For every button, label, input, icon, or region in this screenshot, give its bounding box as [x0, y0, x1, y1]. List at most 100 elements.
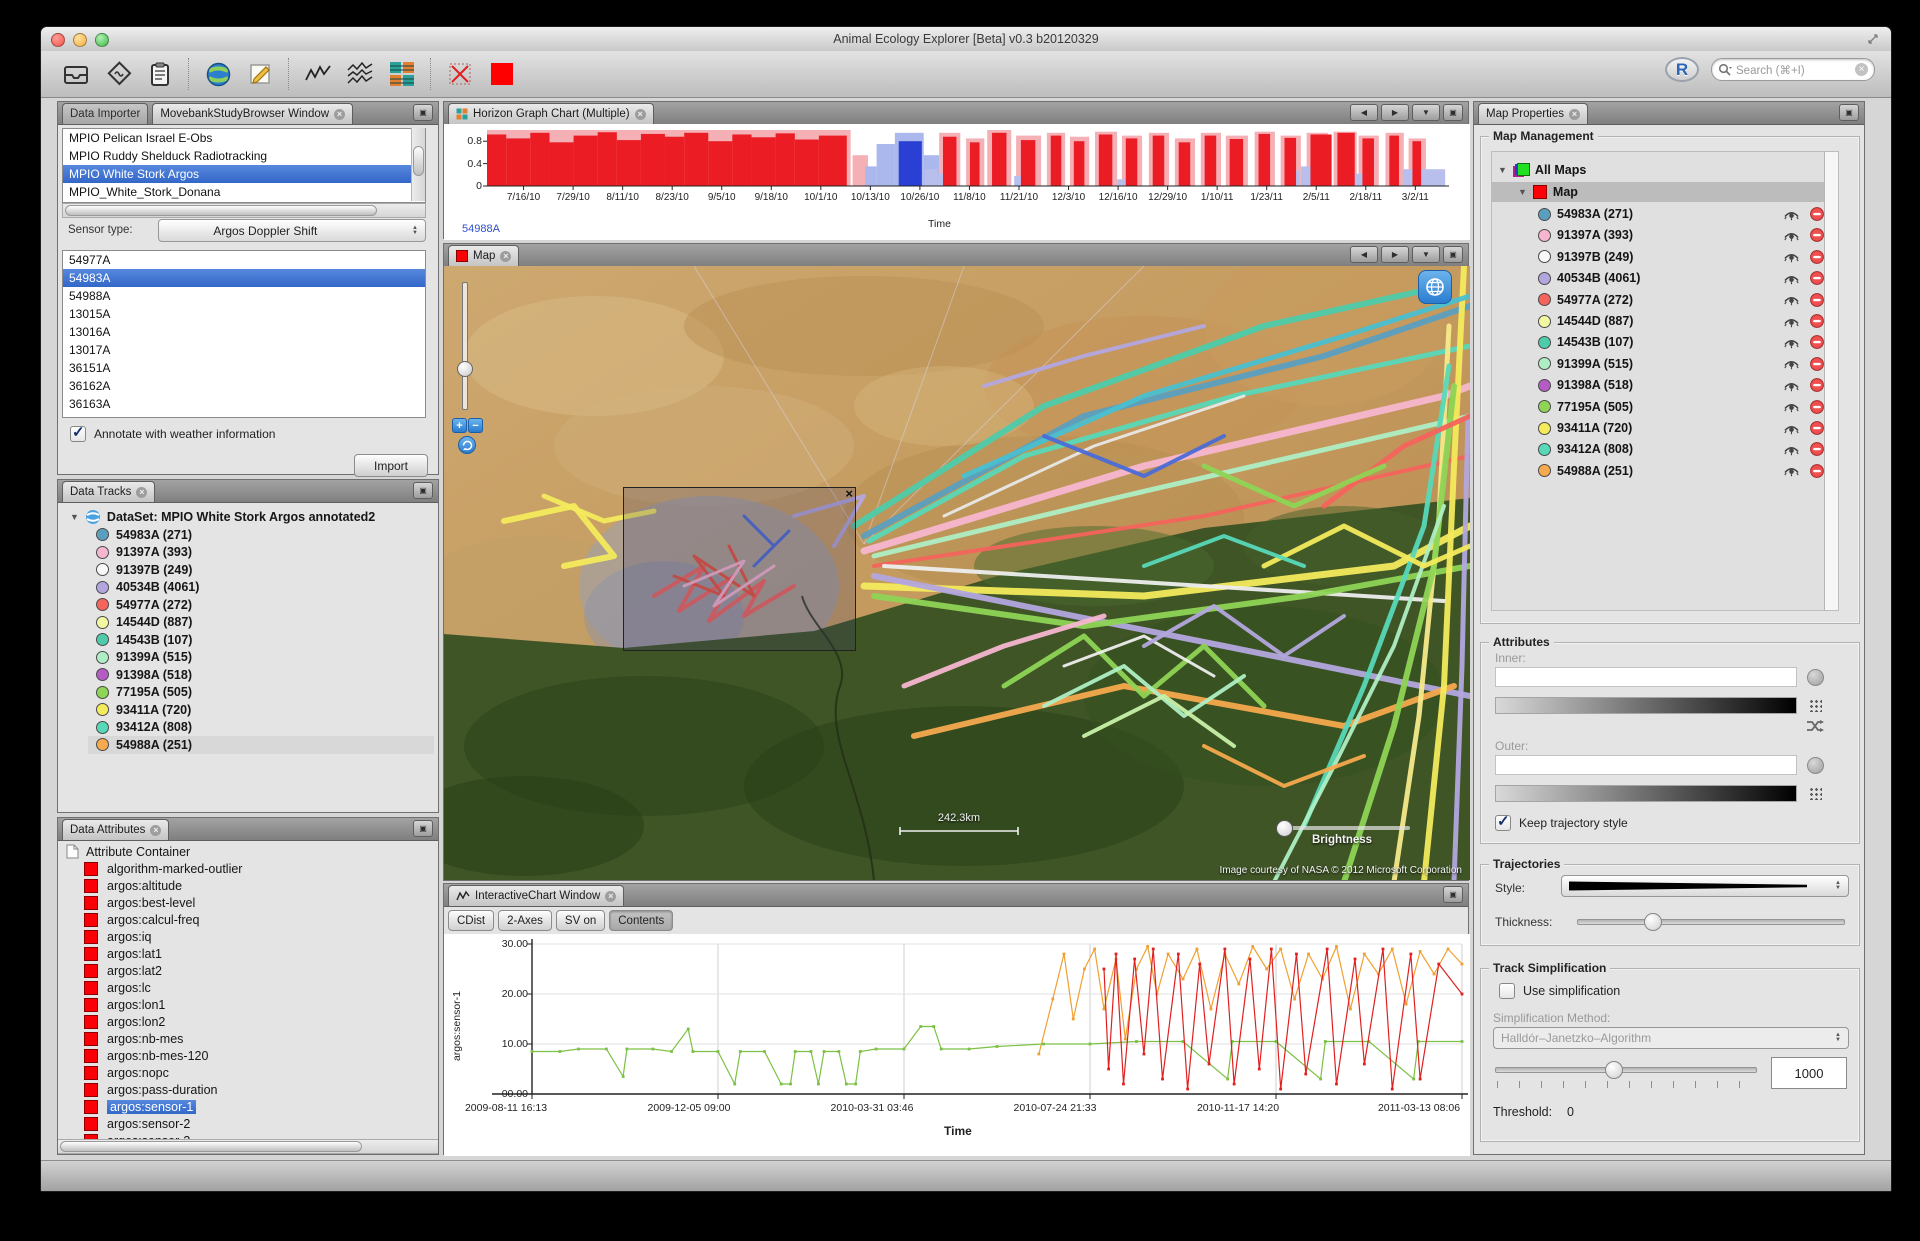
- visibility-eye-icon[interactable]: [1783, 293, 1800, 306]
- visibility-eye-icon[interactable]: [1783, 229, 1800, 242]
- track-item[interactable]: 14544D (887): [88, 614, 434, 632]
- inner-remove-button[interactable]: [1807, 669, 1824, 686]
- attribute-item[interactable]: argos:sensor-2: [58, 1115, 438, 1132]
- nav-forward-button[interactable]: ▶: [1381, 104, 1409, 121]
- simplification-knob[interactable]: [1605, 1061, 1623, 1079]
- track-item[interactable]: 91397A (393): [88, 544, 434, 562]
- track-item[interactable]: 91398A (518): [88, 666, 434, 684]
- remove-layer-icon[interactable]: [1810, 421, 1824, 435]
- panel-collapse-button[interactable]: ▣: [413, 820, 433, 837]
- panel-collapse-button[interactable]: ▣: [1839, 104, 1859, 121]
- visibility-eye-icon[interactable]: [1783, 379, 1800, 392]
- panel-collapse-button[interactable]: ▣: [413, 482, 433, 499]
- tab-interactive-chart[interactable]: InteractiveChart Window×: [448, 885, 624, 906]
- map-reset-button[interactable]: [458, 436, 476, 454]
- search-clear-icon[interactable]: ×: [1855, 63, 1868, 76]
- track-item[interactable]: 54983A (271): [88, 526, 434, 544]
- attribute-item[interactable]: argos:nopc: [58, 1064, 438, 1081]
- outer-gradient-bar[interactable]: [1495, 785, 1797, 802]
- ichart-plot-area[interactable]: 30.0020.0010.0000.00 2009-08-11 16:13200…: [444, 934, 1470, 1156]
- map-selection-box[interactable]: ×: [623, 487, 856, 651]
- close-icon[interactable]: ×: [150, 825, 161, 836]
- nav-back-button[interactable]: ◀: [1350, 246, 1378, 263]
- import-button[interactable]: Import: [354, 454, 428, 477]
- nav-back-button[interactable]: ◀: [1350, 104, 1378, 121]
- chart-button-2-axes[interactable]: 2-Axes: [498, 910, 552, 931]
- maximize-panel-button[interactable]: ▣: [1443, 104, 1463, 121]
- import-tray-icon[interactable]: [58, 57, 94, 91]
- attribute-item[interactable]: argos:lc: [58, 979, 438, 996]
- sensor-diamond-icon[interactable]: [100, 57, 136, 91]
- tab-map-properties[interactable]: Map Properties×: [1478, 103, 1588, 124]
- track-item[interactable]: 91399A (515): [88, 649, 434, 667]
- map-tree-vscrollbar[interactable]: [1824, 152, 1838, 610]
- color-grid-icon[interactable]: [384, 57, 420, 91]
- tab-data-tracks[interactable]: Data Tracks×: [62, 481, 155, 502]
- close-icon[interactable]: ×: [605, 891, 616, 902]
- simplification-slider[interactable]: [1495, 1067, 1757, 1073]
- map-zoom-out-button[interactable]: −: [468, 418, 483, 433]
- horizon-plot-area[interactable]: 0.80.40 7/16/107/29/108/11/108/23/109/5/…: [444, 124, 1470, 240]
- map-globe-button[interactable]: [1418, 270, 1452, 304]
- attribute-container-row[interactable]: Attribute Container: [58, 843, 190, 860]
- track-item[interactable]: 14543B (107): [88, 631, 434, 649]
- map-track-row[interactable]: 91397B (249): [1538, 247, 1830, 267]
- chart-button-contents[interactable]: Contents: [609, 910, 673, 931]
- visibility-eye-icon[interactable]: [1783, 208, 1800, 221]
- color-swatch-icon[interactable]: [484, 57, 520, 91]
- sensor-list-item[interactable]: 13016A: [63, 323, 425, 341]
- remove-layer-icon[interactable]: [1810, 357, 1824, 371]
- remove-layer-icon[interactable]: [1810, 293, 1824, 307]
- sensor-list-item[interactable]: 54983A: [63, 269, 425, 287]
- study-list-item[interactable]: MPIO Ruddy Shelduck Radiotracking: [63, 147, 425, 165]
- sensor-type-dropdown[interactable]: Argos Doppler Shift ▲▼: [158, 219, 426, 242]
- map-track-row[interactable]: 14544D (887): [1538, 311, 1830, 331]
- title-bar[interactable]: Animal Ecology Explorer [Beta] v0.3 b201…: [41, 27, 1891, 52]
- sensor-list-item[interactable]: 13015A: [63, 305, 425, 323]
- disclosure-triangle-icon[interactable]: ▼: [1518, 187, 1527, 197]
- visibility-eye-icon[interactable]: [1783, 336, 1800, 349]
- line-chart-icon[interactable]: [300, 57, 336, 91]
- palette-grid-icon[interactable]: [1808, 786, 1822, 800]
- chart-button-sv-on[interactable]: SV on: [556, 910, 605, 931]
- map-track-row[interactable]: 54977A (272): [1538, 290, 1830, 310]
- attribute-item[interactable]: argos:nb-mes: [58, 1030, 438, 1047]
- sensor-list-item[interactable]: 13017A: [63, 341, 425, 359]
- map-track-row[interactable]: 91397A (393): [1538, 225, 1830, 245]
- annotate-weather-checkbox[interactable]: [70, 426, 86, 442]
- maximize-panel-button[interactable]: ▣: [1443, 886, 1463, 903]
- tab-movebank-study-browser[interactable]: MovebankStudyBrowser Window×: [152, 103, 353, 124]
- track-item[interactable]: 93412A (808): [88, 719, 434, 737]
- attribute-item[interactable]: algorithm-marked-outlier: [58, 860, 438, 877]
- attribute-item[interactable]: argos:nb-mes-120: [58, 1047, 438, 1064]
- brightness-slider[interactable]: [1280, 826, 1410, 830]
- tab-data-attributes[interactable]: Data Attributes×: [62, 819, 169, 840]
- visibility-eye-icon[interactable]: [1783, 315, 1800, 328]
- attribute-item[interactable]: argos:lat2: [58, 962, 438, 979]
- multi-chart-icon[interactable]: [342, 57, 378, 91]
- simplification-method-dropdown[interactable]: Halldór–Janetzko–Algorithm ▲▼: [1493, 1027, 1849, 1049]
- trajectory-style-dropdown[interactable]: ▲▼: [1561, 875, 1849, 897]
- tab-data-importer[interactable]: Data Importer: [62, 103, 148, 124]
- close-icon[interactable]: ×: [334, 109, 345, 120]
- all-maps-row[interactable]: ▼ All Maps: [1498, 160, 1586, 180]
- track-item[interactable]: 91397B (249): [88, 561, 434, 579]
- chart-button-cdist[interactable]: CDist: [448, 910, 494, 931]
- horizon-series-label[interactable]: 54988A: [462, 223, 500, 235]
- attribute-item[interactable]: argos:pass-duration: [58, 1081, 438, 1098]
- study-list-vscrollbar[interactable]: [411, 128, 425, 201]
- selection-close-icon[interactable]: ×: [845, 486, 853, 501]
- inner-attribute-field[interactable]: [1495, 667, 1797, 687]
- use-simplification-checkbox[interactable]: [1499, 983, 1515, 999]
- track-item[interactable]: 77195A (505): [88, 684, 434, 702]
- close-icon[interactable]: ×: [635, 109, 646, 120]
- dataset-root-row[interactable]: ▼ DataSet: MPIO White Stork Argos annota…: [62, 508, 375, 525]
- disclosure-triangle-icon[interactable]: ▼: [1498, 165, 1507, 175]
- close-icon[interactable]: ×: [500, 251, 511, 262]
- shuffle-icon[interactable]: [1806, 719, 1824, 733]
- simplification-value-box[interactable]: 1000: [1771, 1057, 1847, 1089]
- thickness-knob[interactable]: [1644, 913, 1662, 931]
- attributes-hscrollbar[interactable]: [58, 1139, 438, 1154]
- remove-layer-icon[interactable]: [1810, 335, 1824, 349]
- visibility-eye-icon[interactable]: [1783, 357, 1800, 370]
